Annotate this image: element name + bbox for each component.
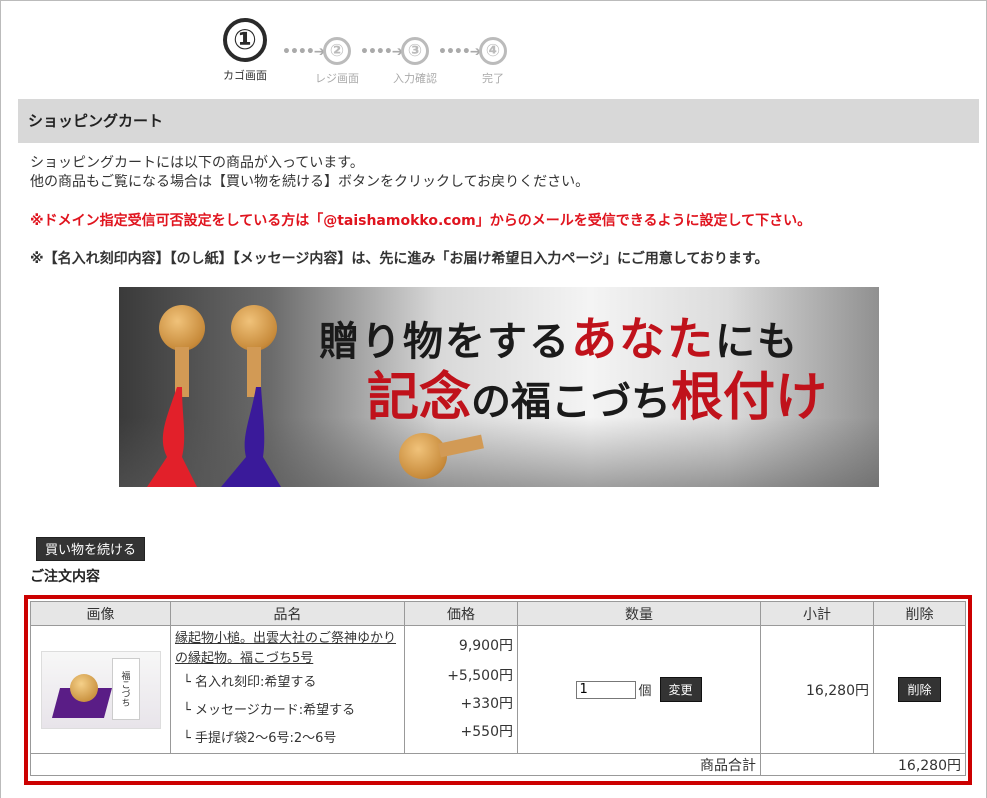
step-1-label: カゴ画面 [223, 69, 267, 82]
checkout-steps: ① カゴ画面 ••••➔ ② レジ画面 ••••➔ ③ 入力確認 ••••➔ ④… [210, 18, 530, 88]
engraving-price: +5,500円 [447, 667, 513, 684]
order-table-box: 画像 品名 価格 数量 小計 削除 福こづち 縁起物小槌。出雲大社のご祭神ゆかり… [24, 595, 972, 785]
thumbnail-tag: 福こづち [111, 657, 140, 720]
quantity-cell: 個変更 [517, 625, 761, 754]
step-4-label: 完了 [482, 72, 504, 85]
intro-line-2: 他の商品もご覧になる場合は【買い物を続ける】ボタンをクリックしてお戻りください。 [30, 174, 590, 190]
step-2-number: ② [323, 37, 351, 65]
quantity-unit: 個 [638, 684, 652, 699]
purple-tassel-icon [221, 387, 281, 487]
step-3-number: ③ [401, 37, 429, 65]
mallet-image [231, 305, 277, 351]
total-value: 16,280円 [760, 753, 966, 776]
product-name-link[interactable]: 縁起物小槌。出雲大社のご祭神ゆかりの縁起物。福こづち5号 [175, 629, 400, 669]
banner-line-2: 記念の福こづち根付け [367, 367, 828, 428]
header-delete: 削除 [873, 601, 966, 626]
product-image-cell: 福こづち [30, 625, 171, 754]
header-price: 価格 [404, 601, 518, 626]
continue-shopping-button[interactable]: 買い物を続ける [36, 537, 146, 561]
domain-warning: ※ドメイン指定受信可否設定をしている方は「@taishamokko.com」から… [30, 213, 812, 229]
total-row: 商品合計 16,280円 [30, 753, 966, 776]
total-label: 商品合計 [30, 753, 761, 776]
base-price: 9,900円 [458, 637, 513, 654]
price-cell: 9,900円 +5,500円 +330円 +550円 [404, 625, 518, 754]
engraving-note: ※【名入れ刻印内容】【のし紙】【メッセージ内容】は、先に進み「お届け希望日入力ペ… [30, 251, 769, 267]
red-tassel-icon [147, 387, 197, 487]
step-cart: ① カゴ画面 [210, 18, 280, 83]
intro-line-1: ショッピングカートには以下の商品が入っています。 [30, 155, 364, 171]
header-subtotal: 小計 [760, 601, 874, 626]
step-complete: ④ 完了 [458, 18, 528, 86]
cart-intro: ショッピングカートには以下の商品が入っています。 他の商品もご覧になる場合は【買… [30, 154, 970, 192]
header-qty: 数量 [517, 601, 761, 626]
cart-header: ショッピングカート [18, 99, 979, 143]
page-title: ショッピングカート [28, 112, 164, 130]
order-section-title: ご注文内容 [30, 569, 100, 585]
promo-banner: 贈り物をするあなたにも 記念の福こづち根付け [119, 287, 879, 487]
product-name-cell: 縁起物小槌。出雲大社のご祭神ゆかりの縁起物。福こづち5号 └ 名入れ刻印:希望す… [170, 625, 405, 754]
step-3-label: 入力確認 [393, 72, 437, 85]
header-name: 品名 [170, 601, 405, 626]
header-image: 画像 [30, 601, 171, 626]
delete-item-button[interactable]: 削除 [898, 677, 941, 702]
step-1-number: ① [223, 18, 267, 62]
option-gift-bag: └ 手提げ袋2～6号:2～6号 [183, 730, 337, 746]
mallet-image [159, 305, 205, 351]
step-2-label: レジ画面 [315, 72, 359, 85]
table-header-row: 画像 品名 価格 数量 小計 削除 [30, 601, 966, 626]
table-row: 福こづち 縁起物小槌。出雲大社のご祭神ゆかりの縁起物。福こづち5号 └ 名入れ刻… [30, 625, 966, 754]
change-quantity-button[interactable]: 変更 [659, 677, 702, 702]
option-message-card: └ メッセージカード:希望する [183, 702, 356, 718]
quantity-input[interactable] [576, 680, 637, 699]
subtotal-cell: 16,280円 [760, 625, 874, 754]
delete-cell: 削除 [873, 625, 966, 754]
message-card-price: +330円 [460, 695, 513, 712]
gift-bag-price: +550円 [460, 723, 513, 740]
step-4-number: ④ [479, 37, 507, 65]
option-engraving: └ 名入れ刻印:希望する [183, 674, 317, 690]
order-table: 画像 品名 価格 数量 小計 削除 福こづち 縁起物小槌。出雲大社のご祭神ゆかり… [30, 601, 966, 776]
product-thumbnail[interactable]: 福こづち [40, 650, 161, 729]
